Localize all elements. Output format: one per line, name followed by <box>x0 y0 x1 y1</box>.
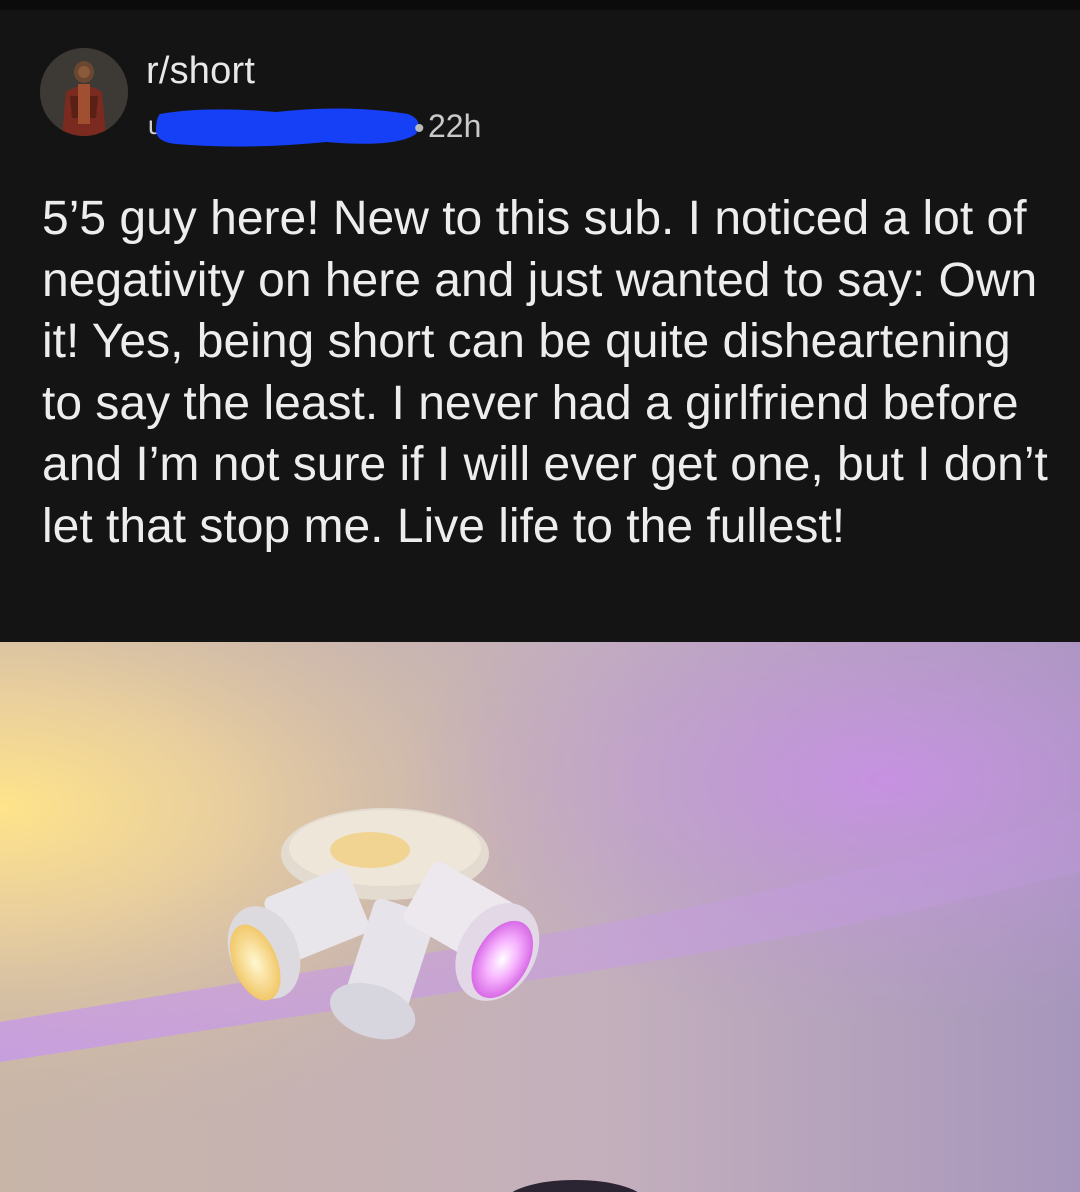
post-header: r/short u • 22h <box>40 48 1040 147</box>
post-image[interactable] <box>0 642 1080 1192</box>
user-avatar-icon[interactable] <box>40 48 128 136</box>
post-body: 5’5 guy here! New to this sub. I noticed… <box>42 192 1048 553</box>
top-divider <box>0 0 1080 10</box>
subreddit-name[interactable]: r/short <box>146 50 255 93</box>
post-meta: u • 22h <box>146 104 646 148</box>
avatar-figure <box>40 48 128 136</box>
post-timestamp: 22h <box>428 108 482 144</box>
username-redaction: u <box>148 108 419 147</box>
meta-separator: • <box>414 112 425 145</box>
ceiling-lamp-photo <box>0 642 1080 1192</box>
